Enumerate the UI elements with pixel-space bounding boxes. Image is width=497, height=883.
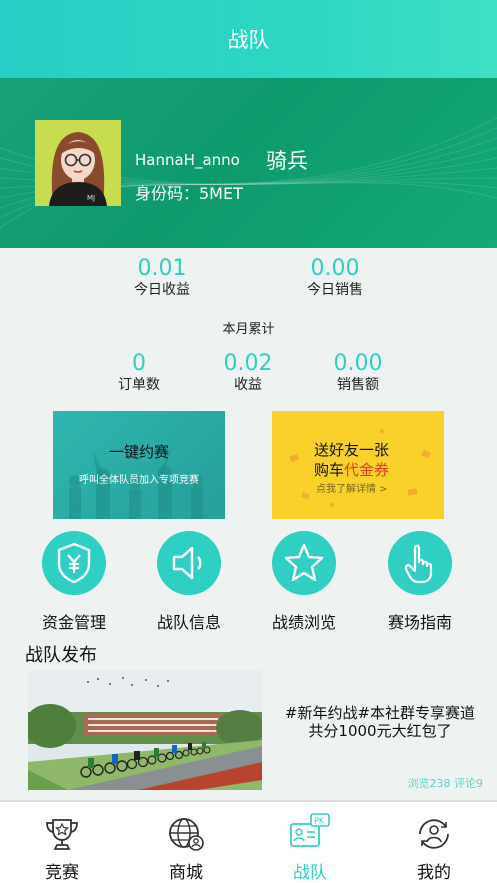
stat-value: 0: [132, 351, 146, 376]
promo-voucher-line1: 送好友一张: [314, 441, 390, 459]
stat-value: 0.01: [137, 256, 187, 281]
crowd-silhouette: [69, 447, 203, 519]
section-title: 战队发布: [25, 645, 97, 666]
tab-competition[interactable]: 竞赛: [0, 802, 124, 883]
records-browse-button[interactable]: [272, 531, 336, 595]
stat-label: 今日收益: [134, 282, 190, 298]
stat-label: 今日销售: [307, 282, 363, 298]
profile-banner: MJ HannaH_anno 骑兵 身份码：5MET: [0, 78, 497, 248]
globe-user-icon: [169, 818, 204, 851]
cycling-race-photo: [28, 670, 262, 790]
tab-label: 战队: [293, 863, 327, 883]
funds-management-label[interactable]: 资金管理: [24, 609, 124, 633]
stat-orders: 0 订单数: [89, 352, 189, 394]
post-meta: 浏览238 评论9: [407, 777, 484, 790]
stat-value: 0.00: [310, 256, 360, 281]
promo-voucher-highlight: 代金券: [344, 461, 390, 479]
post-text-line1: #新年约战#本社群专享赛道: [284, 704, 476, 722]
stat-label: 订单数: [118, 377, 160, 393]
svg-text:MJ: MJ: [87, 194, 95, 202]
tab-team[interactable]: PK 战队: [248, 802, 372, 883]
stat-label: 收益: [234, 377, 262, 393]
promo-voucher-line2: 购车代金券: [314, 459, 389, 480]
promo-voucher[interactable]: 送好友一张 购车代金券 点我了解详情 >: [272, 411, 444, 519]
pointing-hand-icon: [404, 544, 433, 584]
avatar-illustration: MJ: [35, 120, 121, 206]
star-icon: [284, 543, 324, 582]
venue-guide-button[interactable]: [388, 531, 452, 595]
promo-quick-match[interactable]: 一键约赛 呼叫全体队员加入专项竞赛: [53, 411, 225, 519]
yen-shield-icon: [57, 542, 91, 584]
stat-income: 0.02 收益: [198, 352, 298, 394]
username: HannaH_anno: [135, 151, 240, 169]
funds-management-button[interactable]: [42, 531, 106, 595]
tab-label: 商城: [169, 863, 203, 883]
avatar[interactable]: MJ: [35, 120, 121, 206]
stat-value: 0.02: [223, 351, 273, 376]
promo-quick-match-subtitle: 呼叫全体队员加入专项竞赛: [79, 475, 199, 486]
promo-quick-match-title: 一键约赛: [108, 443, 169, 461]
stat-today-sales: 0.00 今日销售: [285, 257, 385, 299]
team-pk-icon: PK: [290, 813, 330, 847]
user-role: 骑兵: [266, 149, 308, 173]
svg-text:PK: PK: [314, 817, 325, 826]
team-info-button[interactable]: [157, 531, 221, 595]
venue-guide-label[interactable]: 赛场指南: [370, 609, 470, 633]
records-browse-label[interactable]: 战绩浏览: [254, 609, 354, 633]
team-info-label[interactable]: 战队信息: [139, 609, 239, 633]
tab-mine[interactable]: 我的: [372, 802, 496, 883]
top-bar: 战队: [0, 0, 497, 78]
post-text-line2: 共分1000元大红包了: [308, 722, 452, 740]
tab-label: 我的: [417, 863, 451, 883]
tab-label: 竞赛: [45, 863, 79, 883]
promo-voucher-prefix: 购车: [314, 461, 345, 479]
tab-mall[interactable]: 商城: [124, 802, 248, 883]
stat-label: 销售额: [337, 377, 379, 393]
post-image[interactable]: [28, 670, 262, 790]
stat-sales-amount: 0.00 销售额: [308, 352, 408, 394]
user-cycle-icon: [419, 819, 449, 849]
monthly-title: 本月累计: [222, 322, 275, 337]
stat-today-income: 0.01 今日收益: [112, 257, 212, 299]
stat-value: 0.00: [333, 351, 383, 376]
id-code: 身份码：5MET: [135, 184, 243, 203]
post-text[interactable]: #新年约战#本社群专享赛道 共分1000元大红包了: [272, 704, 488, 740]
bottom-tab-bar: 竞赛 商城 PK 战队 我的: [0, 800, 497, 883]
speaker-icon: [172, 546, 202, 580]
promo-voucher-link[interactable]: 点我了解详情 >: [316, 480, 388, 495]
trophy-icon: [46, 819, 78, 850]
page-title: 战队: [227, 28, 270, 52]
